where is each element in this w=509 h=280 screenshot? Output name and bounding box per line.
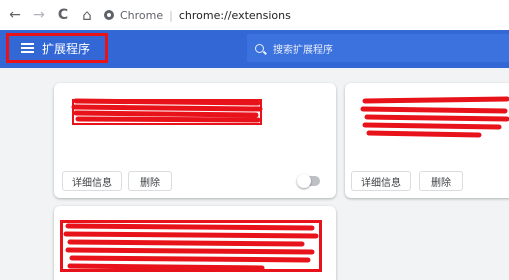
extension-card: 详细信息 删除 [54,83,336,198]
url-text: chrome://extensions [178,8,291,22]
address-separator: | [169,8,173,22]
home-icon[interactable]: ⌂ [78,6,96,24]
search-placeholder: 搜索扩展程序 [273,44,333,56]
extension-card: 详细信息 删除 [345,83,509,198]
enable-toggle[interactable] [297,174,320,188]
page-title: 扩展程序 [42,41,91,56]
browser-toolbar: ← → C ⌂ Chrome | chrome://extensions [0,0,509,30]
menu-button[interactable]: 扩展程序 [6,33,108,63]
back-icon[interactable]: ← [6,6,24,24]
remove-button[interactable]: 删除 [128,171,172,191]
redaction-scribble [360,96,509,138]
details-button[interactable]: 详细信息 [351,171,411,191]
search-input[interactable]: 搜索扩展程序 [247,34,509,62]
site-name: Chrome [120,8,164,22]
forward-icon[interactable]: → [30,6,48,24]
chrome-site-icon [104,10,114,20]
remove-button[interactable]: 删除 [419,171,463,191]
reload-icon[interactable]: C [54,6,72,24]
extension-card [54,206,336,280]
details-button[interactable]: 详细信息 [62,171,122,191]
address-bar[interactable]: Chrome | chrome://extensions [104,6,291,24]
hamburger-menu-icon [21,43,34,53]
search-icon [255,43,264,53]
redaction-box [72,99,262,125]
redaction-scribble [63,223,319,271]
